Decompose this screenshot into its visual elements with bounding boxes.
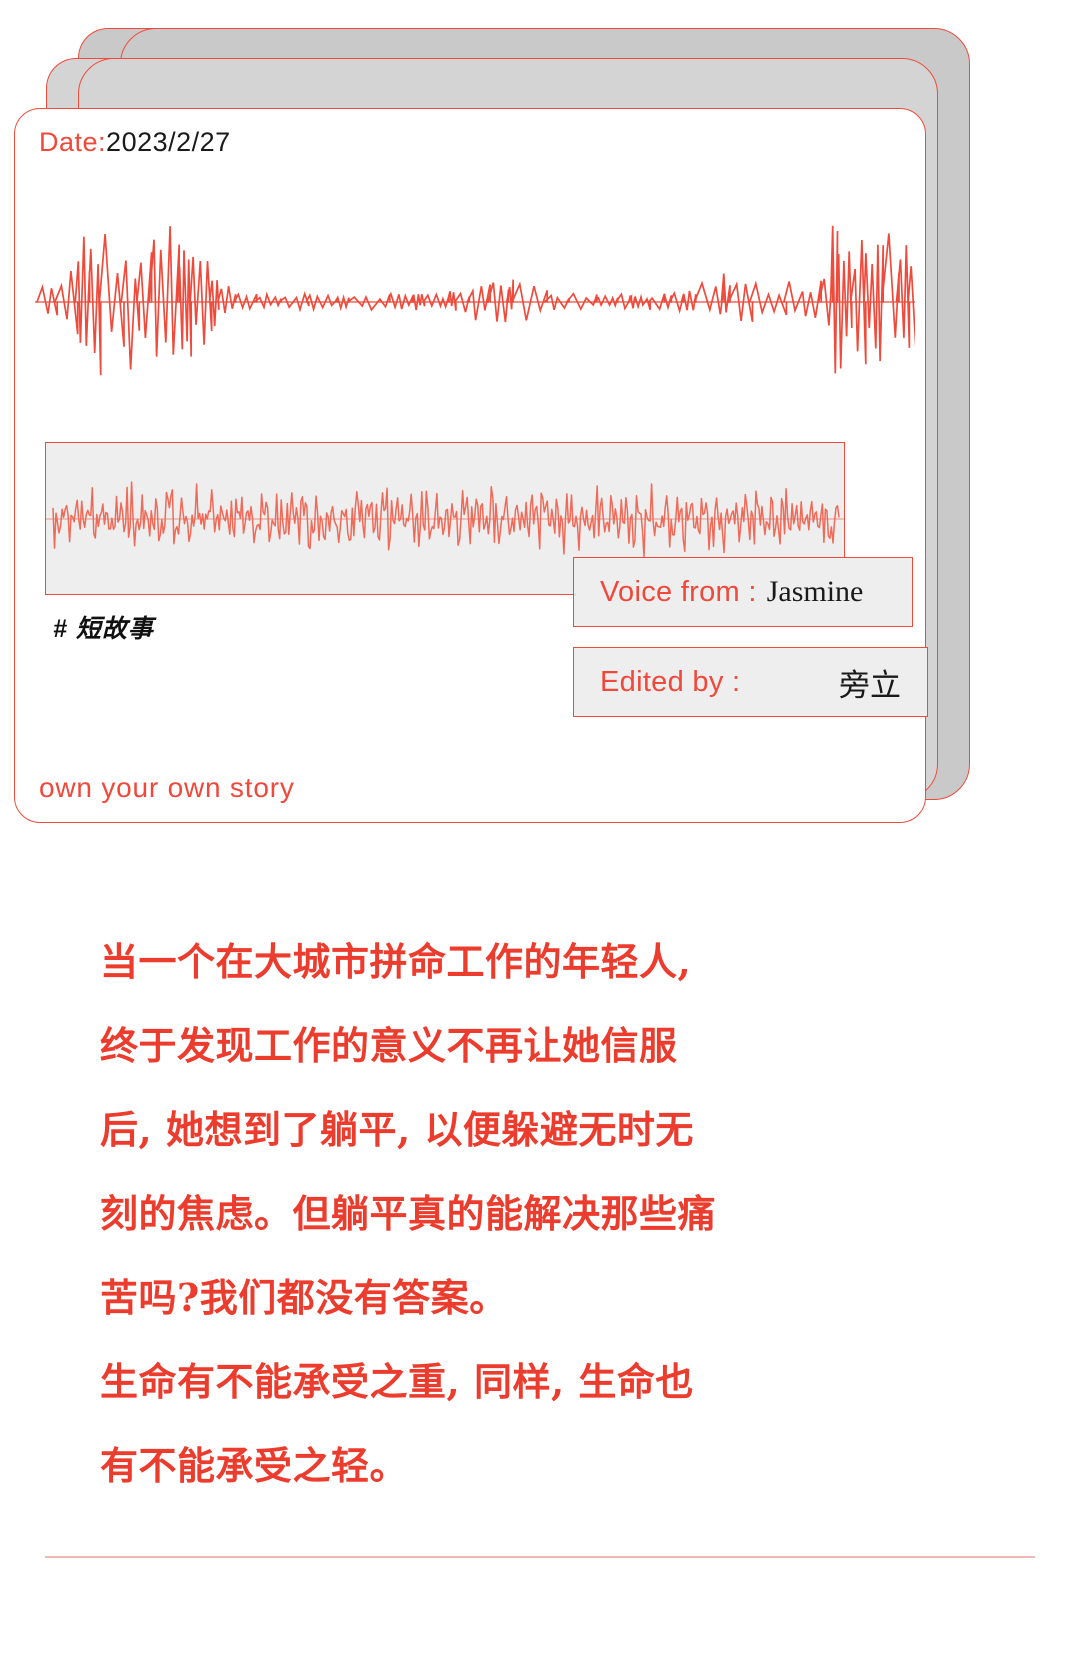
story-line: 后, 她想到了躺平, 以便躲避无时无 xyxy=(100,1107,694,1152)
voice-credit-box: Voice from : Jasmine xyxy=(573,557,913,627)
story-line: 终于发现工作的意义不再让她信服 xyxy=(100,1023,678,1068)
tagline: own your own story xyxy=(39,772,295,803)
edited-by-value: 旁立 xyxy=(839,667,901,703)
waveform-scribble-icon xyxy=(35,217,915,387)
bottom-divider xyxy=(45,1556,1035,1558)
story-line: 有不能承受之轻。 xyxy=(100,1443,409,1488)
edited-by-label: Edited by : xyxy=(600,665,741,698)
story-body: 当一个在大城市拼命工作的年轻人, 终于发现工作的意义不再让她信服 后, 她想到了… xyxy=(100,920,800,1508)
story-line: 当一个在大城市拼命工作的年轻人, xyxy=(100,939,692,984)
voice-from-value: Jasmine xyxy=(766,575,864,608)
story-line: 苦吗?我们都没有答案。 xyxy=(100,1275,508,1320)
story-line: 生命有不能承受之重, 同样, 生命也 xyxy=(100,1359,694,1404)
date-row: Date:2023/2/27 xyxy=(15,109,231,158)
story-card: Date:2023/2/27 # 短故事 Voice from : Jasmin… xyxy=(14,108,928,823)
edited-credit-box: Edited by : 旁立 xyxy=(573,647,928,717)
date-value: 2023/2/27 xyxy=(106,127,231,157)
story-line: 刻的焦虑。但躺平真的能解决那些痛 xyxy=(100,1191,717,1236)
hashtag-label: # 短故事 xyxy=(53,615,154,643)
voice-from-label: Voice from : xyxy=(600,575,757,608)
date-label: Date: xyxy=(39,127,107,157)
